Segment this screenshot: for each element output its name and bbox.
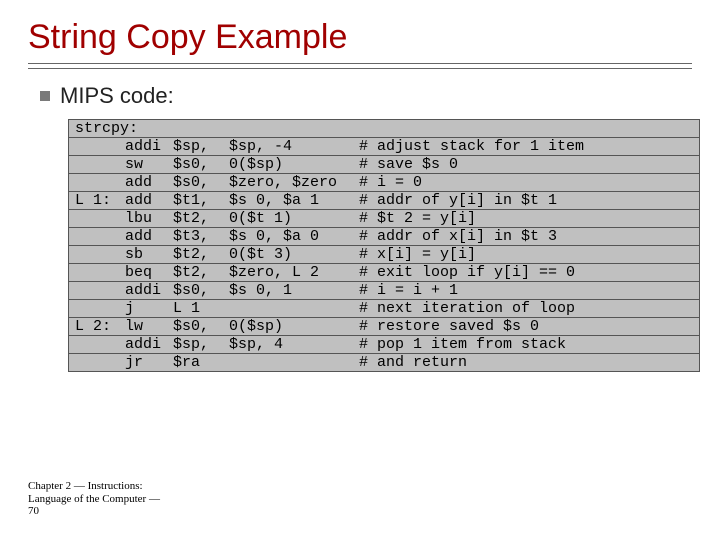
code-args: 0($t 3) <box>229 247 359 262</box>
code-label <box>75 175 125 190</box>
code-args: $sp, 4 <box>229 337 359 352</box>
code-header: strcpy: <box>75 121 693 136</box>
code-row: add $t3, $s 0, $a 0 # addr of x[i] in $t… <box>69 228 699 246</box>
code-row: addi $sp, $sp, -4 # adjust stack for 1 i… <box>69 138 699 156</box>
code-row: L 1: add $t1, $s 0, $a 1 # addr of y[i] … <box>69 192 699 210</box>
code-args: 0($t 1) <box>229 211 359 226</box>
code-label <box>75 337 125 352</box>
code-reg: $s0, <box>173 175 229 190</box>
code-args: $s 0, $a 1 <box>229 193 359 208</box>
code-header-row: strcpy: <box>69 120 699 138</box>
code-reg: $t2, <box>173 211 229 226</box>
code-row: addi $s0, $s 0, 1 # i = i + 1 <box>69 282 699 300</box>
code-reg: $t3, <box>173 229 229 244</box>
code-op: addi <box>125 283 173 298</box>
code-op: add <box>125 229 173 244</box>
code-row: L 2: lw $s0, 0($sp) # restore saved $s 0 <box>69 318 699 336</box>
code-reg: $s0, <box>173 319 229 334</box>
code-reg: $t2, <box>173 247 229 262</box>
code-row: beq $t2, $zero, L 2 # exit loop if y[i] … <box>69 264 699 282</box>
code-args: $sp, -4 <box>229 139 359 154</box>
code-comment: # exit loop if y[i] == 0 <box>359 265 693 280</box>
title-rule <box>28 63 692 64</box>
code-comment: # adjust stack for 1 item <box>359 139 693 154</box>
code-row: addi $sp, $sp, 4 # pop 1 item from stack <box>69 336 699 354</box>
code-reg: $s0, <box>173 283 229 298</box>
footer-line-2: Language of the Computer — <box>28 493 160 506</box>
code-comment: # and return <box>359 355 693 370</box>
code-op: lw <box>125 319 173 334</box>
code-op: addi <box>125 337 173 352</box>
code-reg: $sp, <box>173 337 229 352</box>
code-label <box>75 247 125 262</box>
code-op: beq <box>125 265 173 280</box>
code-label <box>75 139 125 154</box>
code-comment: # i = 0 <box>359 175 693 190</box>
code-label <box>75 301 125 316</box>
code-reg: $ra <box>173 355 229 370</box>
code-comment: # $t 2 = y[i] <box>359 211 693 226</box>
code-op: lbu <box>125 211 173 226</box>
code-args <box>229 355 359 370</box>
code-args: $zero, L 2 <box>229 265 359 280</box>
code-op: sb <box>125 247 173 262</box>
code-row: add $s0, $zero, $zero # i = 0 <box>69 174 699 192</box>
code-op: sw <box>125 157 173 172</box>
code-label <box>75 157 125 172</box>
code-label <box>75 229 125 244</box>
code-args: 0($sp) <box>229 319 359 334</box>
subtitle-row: MIPS code: <box>40 83 692 109</box>
code-comment: # pop 1 item from stack <box>359 337 693 352</box>
code-op: add <box>125 193 173 208</box>
code-label <box>75 211 125 226</box>
code-row: jr $ra # and return <box>69 354 699 371</box>
footer-line-3: 70 <box>28 505 160 518</box>
square-bullet-icon <box>40 91 50 101</box>
code-args: $s 0, $a 0 <box>229 229 359 244</box>
code-reg: L 1 <box>173 301 229 316</box>
code-reg: $sp, <box>173 139 229 154</box>
code-comment: # restore saved $s 0 <box>359 319 693 334</box>
slide-footer: Chapter 2 — Instructions: Language of th… <box>28 480 160 518</box>
code-reg: $s0, <box>173 157 229 172</box>
code-comment: # save $s 0 <box>359 157 693 172</box>
code-op: add <box>125 175 173 190</box>
code-args: $zero, $zero <box>229 175 359 190</box>
code-comment: # next iteration of loop <box>359 301 693 316</box>
title-rule-2 <box>28 68 692 69</box>
code-row: sb $t2, 0($t 3) # x[i] = y[i] <box>69 246 699 264</box>
code-comment: # addr of x[i] in $t 3 <box>359 229 693 244</box>
code-label <box>75 265 125 280</box>
code-row: sw $s0, 0($sp) # save $s 0 <box>69 156 699 174</box>
code-label: L 1: <box>75 193 125 208</box>
footer-line-1: Chapter 2 — Instructions: <box>28 480 160 493</box>
code-op: j <box>125 301 173 316</box>
code-reg: $t1, <box>173 193 229 208</box>
code-comment: # x[i] = y[i] <box>359 247 693 262</box>
code-row: lbu $t2, 0($t 1) # $t 2 = y[i] <box>69 210 699 228</box>
code-args: $s 0, 1 <box>229 283 359 298</box>
subtitle-text: MIPS code: <box>60 83 174 109</box>
code-args <box>229 301 359 316</box>
code-label <box>75 283 125 298</box>
code-op: addi <box>125 139 173 154</box>
code-reg: $t2, <box>173 265 229 280</box>
code-comment: # addr of y[i] in $t 1 <box>359 193 693 208</box>
code-comment: # i = i + 1 <box>359 283 693 298</box>
code-row: j L 1 # next iteration of loop <box>69 300 699 318</box>
code-args: 0($sp) <box>229 157 359 172</box>
code-label <box>75 355 125 370</box>
slide-title: String Copy Example <box>28 18 692 57</box>
code-block: strcpy: addi $sp, $sp, -4 # adjust stack… <box>68 119 700 372</box>
code-label: L 2: <box>75 319 125 334</box>
code-op: jr <box>125 355 173 370</box>
